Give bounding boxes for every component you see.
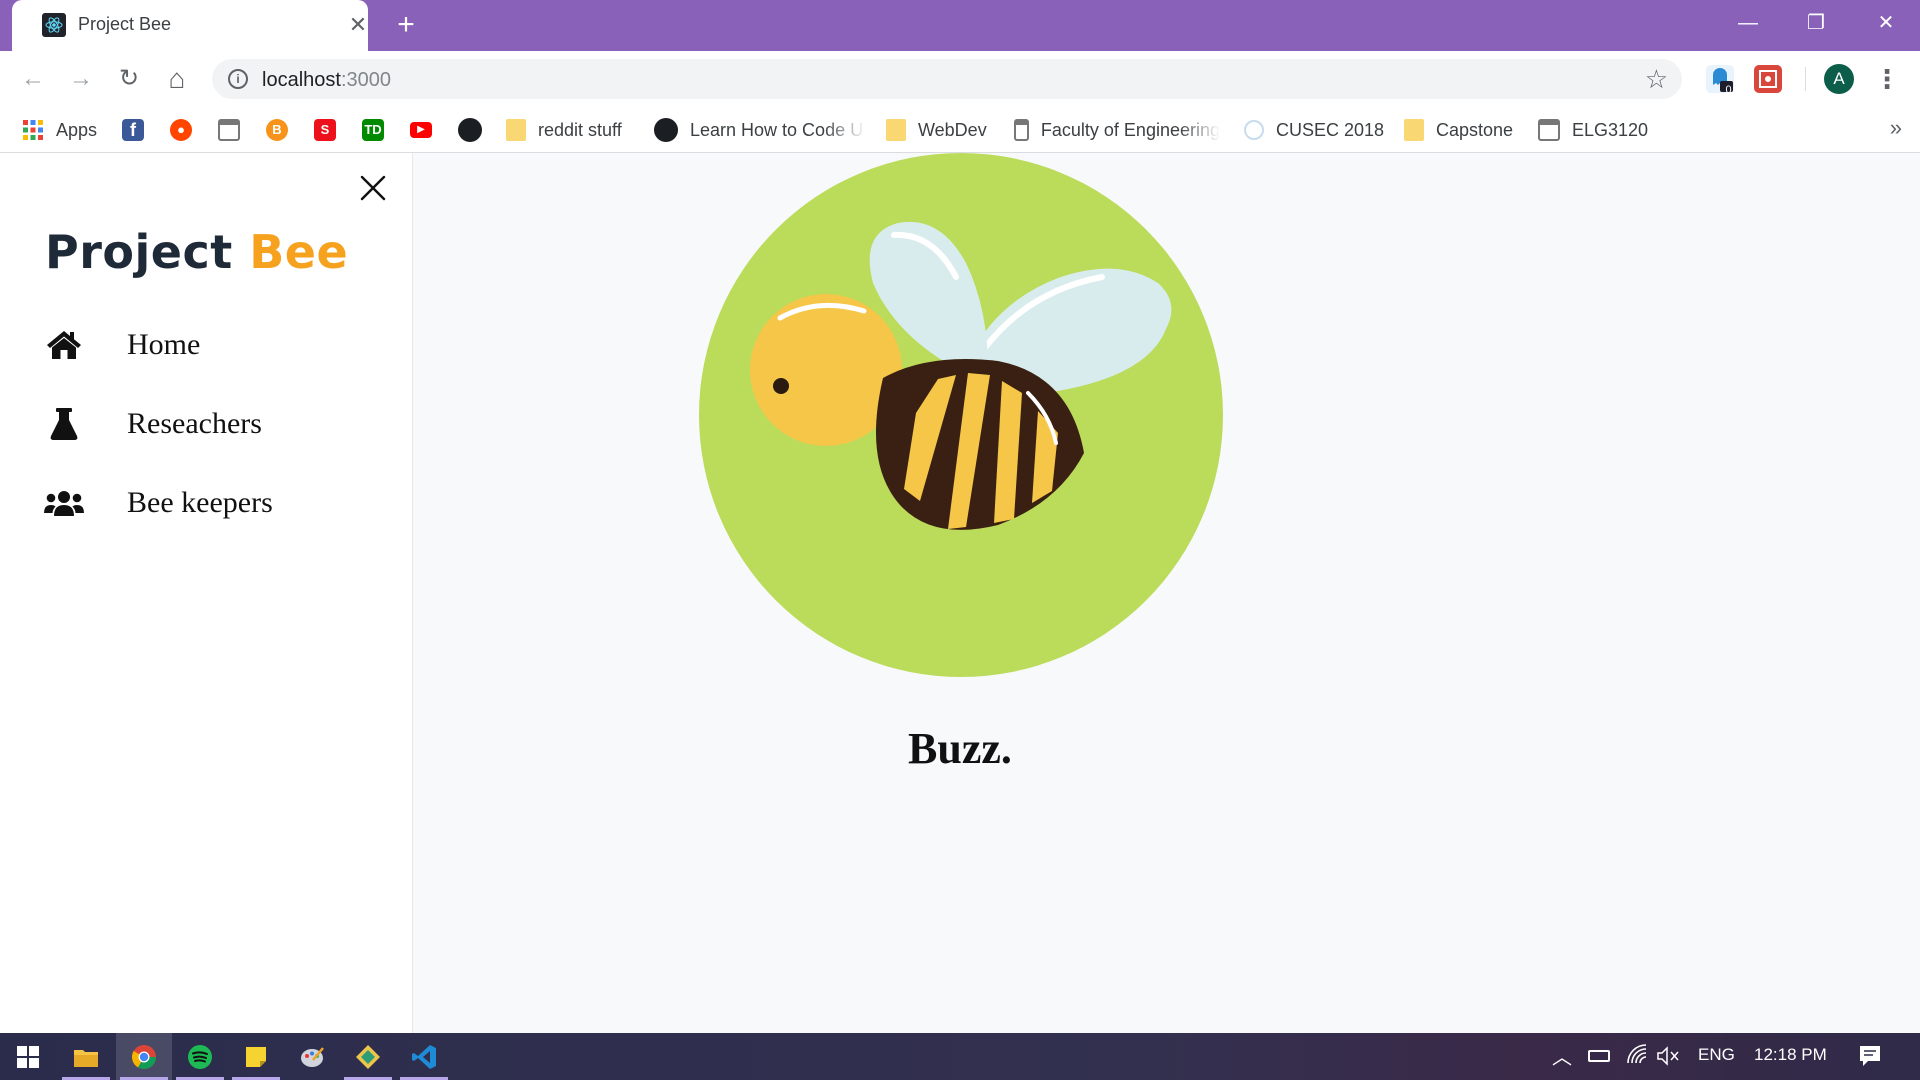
windows-start-icon[interactable]	[0, 1033, 56, 1080]
github-icon	[458, 118, 482, 142]
bookmark-label: reddit stuff	[538, 119, 622, 140]
bookmark-label: Capstone	[1436, 119, 1514, 140]
new-tab-button[interactable]: +	[392, 10, 420, 40]
browser-menu-icon[interactable]: ⋮	[1872, 64, 1902, 94]
action-center-icon[interactable]	[1858, 1044, 1882, 1073]
bookmark-label: Learn How to Code U	[690, 119, 864, 140]
github-icon	[654, 118, 678, 142]
bookmark-folder-reddit-stuff[interactable]: reddit stuff	[506, 115, 622, 145]
address-bar[interactable]: i localhost:3000 ☆	[212, 59, 1682, 99]
taskbar-clock[interactable]: 12:18 PM	[1754, 1045, 1827, 1065]
bookmark-faculty-of-engineering[interactable]: Faculty of Engineering	[1014, 115, 1220, 145]
bookmark-university[interactable]	[218, 115, 252, 145]
bookmark-bitcoin[interactable]: B	[266, 115, 300, 145]
brand-word-project: Project	[45, 225, 233, 279]
battery-icon[interactable]	[1588, 1050, 1610, 1062]
bookmark-label: Faculty of Engineering	[1040, 119, 1220, 140]
sidebar-item-label: Reseachers	[127, 407, 262, 440]
minimize-window-icon[interactable]: —	[1728, 8, 1768, 38]
wifi-icon[interactable]	[1626, 1043, 1650, 1070]
power-icon	[1244, 120, 1264, 140]
url-text[interactable]: localhost:3000	[262, 69, 391, 92]
chrome-taskbar-icon[interactable]	[116, 1033, 172, 1080]
brand-word-bee: Bee	[249, 225, 349, 279]
flask-icon	[44, 404, 84, 444]
show-hidden-icons-chevron[interactable]: ︿	[1552, 1041, 1572, 1070]
facebook-icon: f	[122, 119, 144, 141]
react-logo-icon	[42, 13, 66, 37]
bookmark-star-icon[interactable]: ☆	[1645, 64, 1668, 95]
browser-tab-strip: Project Bee ✕ + — ❐ ✕	[0, 0, 1920, 51]
sidebar-item-label: Home	[127, 328, 201, 361]
bookmark-apps-label: Apps	[56, 119, 98, 140]
browser-tab-project-bee[interactable]: Project Bee ✕	[12, 0, 368, 51]
windows-taskbar: ︿ ENG 12:18 PM	[0, 1033, 1920, 1080]
bank-building-icon	[1538, 119, 1560, 141]
bookmark-label: ELG3120	[1572, 119, 1649, 140]
bookmark-github[interactable]	[458, 115, 494, 145]
users-icon	[44, 483, 84, 523]
bookmark-facebook[interactable]: f	[122, 115, 156, 145]
extension-badge-count: 0	[1725, 84, 1732, 96]
apps-grid-icon	[22, 119, 44, 141]
extension-puzzle-icon[interactable]	[1754, 65, 1782, 93]
bookmark-reddit[interactable]: ●	[170, 115, 204, 145]
vscode-icon[interactable]	[396, 1033, 452, 1080]
page-viewport: Project Bee Home Reseachers Bee keepers …	[0, 153, 1920, 1033]
profile-avatar[interactable]: A	[1824, 64, 1854, 94]
paint-app-icon[interactable]	[284, 1033, 340, 1080]
site-info-icon[interactable]: i	[228, 69, 248, 89]
bookmark-label: CUSEC 2018	[1276, 119, 1385, 140]
back-arrow-icon[interactable]: ←	[18, 64, 48, 94]
sticky-notes-icon[interactable]	[228, 1033, 284, 1080]
brand-logo-text: Project Bee	[45, 225, 348, 279]
tab-close-icon[interactable]: ✕	[346, 13, 370, 37]
file-explorer-icon[interactable]	[58, 1033, 114, 1080]
home-icon	[44, 325, 84, 365]
reload-icon[interactable]: ↻	[114, 64, 144, 94]
reddit-icon: ●	[170, 119, 192, 141]
td-bank-icon: TD	[362, 119, 384, 141]
bookmark-youtube[interactable]: ▶	[410, 115, 444, 145]
bee-hero-illustration	[698, 153, 1224, 677]
sidebar-item-researchers[interactable]: Reseachers	[44, 398, 374, 450]
home-button-icon[interactable]: ⌂	[162, 64, 192, 94]
forward-arrow-icon[interactable]: →	[66, 64, 96, 94]
bookmark-apps[interactable]: Apps	[22, 115, 97, 145]
input-language-indicator[interactable]: ENG	[1698, 1045, 1735, 1065]
toolbar-divider	[1805, 67, 1806, 91]
bookmark-folder-webdev[interactable]: WebDev	[886, 115, 987, 145]
bank-building-icon	[1014, 119, 1029, 141]
bookmark-elg3120[interactable]: ELG3120	[1538, 115, 1648, 145]
bank-building-icon	[218, 119, 240, 141]
folder-icon	[506, 119, 526, 141]
bookmark-cusec-2018[interactable]: CUSEC 2018	[1244, 115, 1384, 145]
sidebar: Project Bee Home Reseachers Bee keepers	[0, 153, 413, 1033]
bitcoin-icon: B	[266, 119, 288, 141]
youtube-icon: ▶	[410, 122, 432, 138]
bookmarks-bar: Apps f ● B S TD ▶ reddit stuff Learn How…	[0, 107, 1920, 153]
bookmark-label: WebDev	[918, 119, 987, 140]
hero-tagline: Buzz.	[908, 724, 1012, 773]
scotiabank-icon: S	[314, 119, 336, 141]
tab-title: Project Bee	[78, 14, 172, 34]
folder-icon	[1404, 119, 1424, 141]
spotify-icon[interactable]	[172, 1033, 228, 1080]
more-bookmarks-chevron-icon[interactable]: »	[1890, 115, 1902, 141]
gitkraken-icon[interactable]	[340, 1033, 396, 1080]
sidebar-close-icon[interactable]	[356, 171, 390, 205]
restore-window-icon[interactable]: ❐	[1796, 8, 1836, 38]
bookmark-td[interactable]: TD	[362, 115, 396, 145]
bookmark-folder-capstone[interactable]: Capstone	[1404, 115, 1513, 145]
bookmark-scotiabank[interactable]: S	[314, 115, 348, 145]
bookmark-learn-how-to-code[interactable]: Learn How to Code U	[654, 115, 866, 145]
sidebar-item-label: Bee keepers	[127, 486, 273, 519]
close-window-icon[interactable]: ✕	[1866, 8, 1906, 38]
sidebar-item-home[interactable]: Home	[44, 319, 374, 371]
folder-icon	[886, 119, 906, 141]
sidebar-item-bee-keepers[interactable]: Bee keepers	[44, 477, 374, 529]
browser-toolbar: ← → ↻ ⌂ i localhost:3000 ☆ 0 A ⋮	[0, 51, 1920, 107]
volume-muted-icon[interactable]	[1656, 1045, 1680, 1072]
